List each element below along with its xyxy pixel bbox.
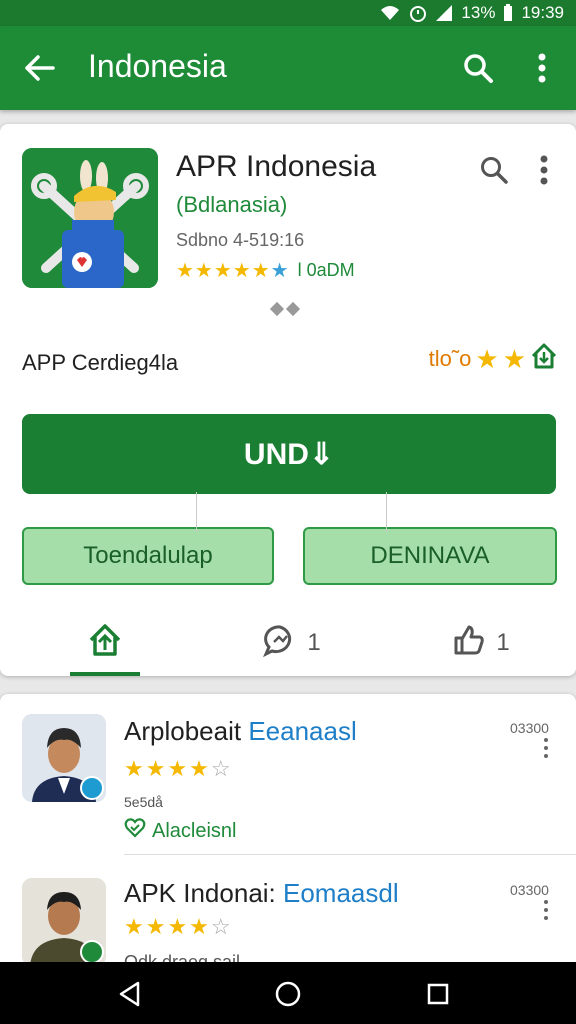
related-apps-list: Arplobeait Eeanaasl ★★★★☆ 5e5då Alacleis… (0, 694, 576, 994)
app-meta: Sdbno 4-519:16 (176, 230, 305, 250)
status-bar: 13% 19:39 (0, 0, 576, 26)
home-icon[interactable] (530, 342, 558, 376)
alarm-icon (409, 4, 427, 22)
thumb-up-icon (452, 623, 486, 664)
active-tab-indicator (70, 672, 140, 676)
tab-likes-count: 1 (496, 629, 510, 656)
app-bar: Indonesia (0, 26, 576, 110)
tab-comments-count: 1 (307, 629, 321, 656)
rating-stars: ★★★★☆ (124, 756, 233, 781)
category-label: APP Cerdieg4la (22, 350, 179, 375)
developer-name[interactable]: (Bdlanasia) (176, 192, 287, 218)
home-circle-icon[interactable] (270, 976, 306, 1012)
rating-stars: ★★★★☆ (124, 914, 233, 939)
list-item-tag: Alacleisnl (124, 818, 236, 844)
star-icon: ★ (502, 343, 526, 374)
page-title: Indonesia (88, 48, 227, 84)
app-detail-card: APR Indonesia (Bdlanasia) Sdbno 4-519:16… (0, 124, 576, 676)
more-vert-icon[interactable] (526, 48, 558, 88)
back-triangle-icon[interactable] (112, 976, 148, 1012)
system-nav-bar (0, 962, 576, 1024)
category-rating-text: tlo˜o (428, 346, 472, 371)
secondary-right-button[interactable]: DENINAVA (303, 527, 557, 585)
wifi-icon (379, 4, 401, 22)
category-rating: tlo˜o ★ ★ (429, 342, 558, 376)
list-item[interactable]: Arplobeait Eeanaasl ★★★★☆ 5e5då Alacleis… (0, 694, 576, 856)
more-vert-icon[interactable] (530, 150, 558, 190)
list-item-title: Arplobeait Eeanaasl (124, 716, 357, 746)
tab-home[interactable] (0, 610, 210, 676)
app-rating: ★★★★★★ l 0aDM (176, 258, 355, 283)
secondary-left-button[interactable]: Toendalulap (22, 527, 274, 585)
back-arrow-icon[interactable] (22, 50, 58, 86)
rating-stars: ★★★★★★ (176, 260, 290, 282)
list-item-meta: 03300 (510, 882, 549, 898)
more-vert-icon[interactable] (540, 900, 552, 920)
tab-divider (196, 492, 197, 532)
battery-percent: 13% (461, 3, 496, 22)
verified-badge-icon (80, 940, 104, 964)
avatar (22, 714, 106, 802)
divider (124, 854, 576, 855)
search-icon[interactable] (458, 48, 498, 88)
battery-icon (503, 4, 513, 22)
tab-comments[interactable]: 1 (198, 610, 386, 676)
star-icon: ★ (475, 343, 499, 374)
rating-count: l 0aDM (297, 260, 355, 280)
action-tabs: 1 1 (0, 610, 576, 676)
comment-icon (263, 623, 297, 664)
heart-check-icon (124, 818, 146, 844)
app-icon (22, 148, 158, 288)
clock: 19:39 (521, 3, 564, 22)
list-item-title: APK Indonai: Eomaasdl (124, 878, 399, 908)
tab-likes[interactable]: 1 (386, 610, 576, 676)
tab-divider (386, 492, 387, 532)
list-item-subline: 5e5då (124, 794, 163, 810)
avatar (22, 878, 106, 966)
recents-square-icon[interactable] (420, 976, 456, 1012)
more-vert-icon[interactable] (540, 738, 552, 758)
app-name: APR Indonesia (176, 150, 377, 183)
search-icon[interactable] (474, 150, 514, 190)
signal-icon (435, 4, 453, 22)
list-item-meta: 03300 (510, 720, 549, 736)
carousel-indicator (269, 301, 301, 317)
install-button[interactable]: UND⇓ (22, 414, 556, 494)
home-upload-icon (87, 622, 123, 665)
verified-badge-icon (80, 776, 104, 800)
